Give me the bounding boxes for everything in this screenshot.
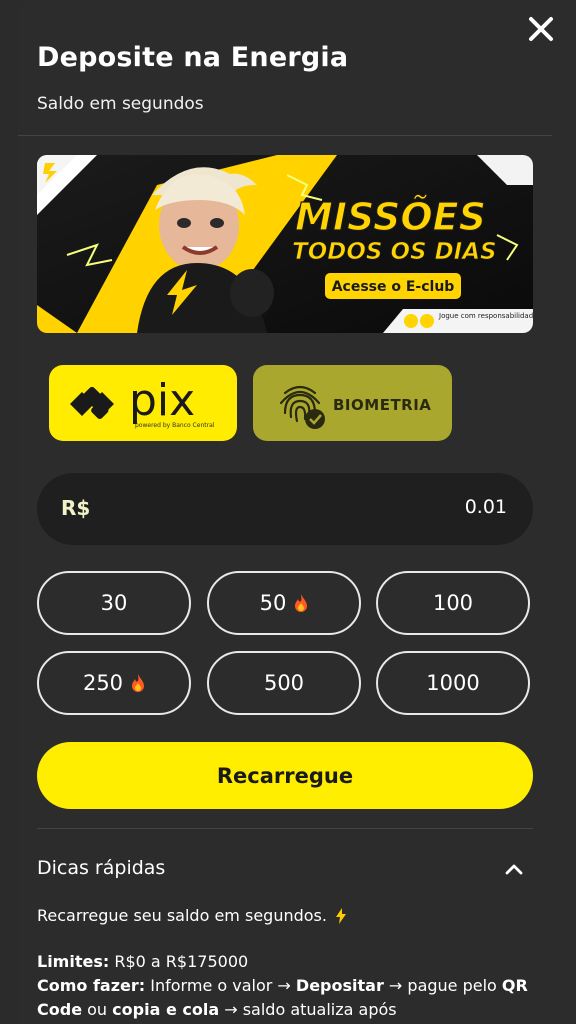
banner-cta: Acesse o E-club (332, 279, 455, 295)
pix-sub: powered by Banco Central (135, 422, 215, 429)
promo-banner[interactable]: MISSÕES TODOS OS DIAS Acesse o E-club Jo… (37, 155, 533, 333)
preset-label: 1000 (426, 671, 480, 695)
preset-label: 50 (259, 591, 287, 615)
preset-button[interactable]: 100 (376, 571, 530, 635)
preset-label: 100 (432, 591, 474, 615)
page-subtitle: Saldo em segundos (37, 94, 204, 114)
tips-limits: Limites: R$0 a R$175000 (37, 950, 547, 974)
recharge-button[interactable]: Recarregue (37, 742, 533, 809)
fire-icon (132, 674, 145, 692)
how-deposit: Depositar (295, 976, 384, 995)
tips-title: Dicas rápidas (37, 857, 166, 879)
amount-input[interactable] (305, 495, 509, 519)
how-copy: copia e cola (112, 1000, 220, 1019)
banner-headline-1: MISSÕES (295, 195, 486, 239)
preset-button[interactable]: 30 (37, 571, 191, 635)
tips-intro-text: Recarregue seu saldo em segundos. (37, 906, 327, 925)
preset-label: 250 (82, 671, 124, 695)
preset-label: 30 (100, 591, 128, 615)
tips-how: Como fazer: Informe o valor → Depositar … (37, 974, 547, 1022)
how-text: → pague pelo (383, 976, 502, 995)
close-icon[interactable] (524, 12, 558, 46)
tips-body: Limites: R$0 a R$175000 Como fazer: Info… (37, 950, 547, 1022)
fire-icon (295, 594, 308, 612)
pix-icon: pix powered by Banco Central (70, 375, 215, 429)
tips-intro: Recarregue seu saldo em segundos. (37, 906, 347, 925)
preset-label: 500 (263, 671, 305, 695)
page-title: Deposite na Energia (37, 42, 349, 73)
banner-art: MISSÕES TODOS OS DIAS Acesse o E-club Jo… (37, 155, 533, 333)
tips-divider (37, 828, 533, 829)
chevron-up-icon[interactable] (503, 858, 525, 880)
biometria-label: BIOMETRIA (333, 396, 432, 414)
limits-label: Limites: (37, 952, 110, 971)
preset-button[interactable]: 1000 (376, 651, 530, 715)
preset-button[interactable]: 250 (37, 651, 191, 715)
amount-field[interactable]: R$ (37, 473, 533, 545)
fingerprint-icon (279, 385, 325, 429)
lightning-icon (335, 907, 346, 924)
preset-button[interactable]: 50 (207, 571, 361, 635)
banner-footer: Jogue com responsabilidade (438, 312, 533, 320)
pix-method-button[interactable]: pix powered by Banco Central (49, 365, 237, 441)
how-label: Como fazer: (37, 976, 146, 995)
limits-value: R$0 a R$175000 (109, 952, 249, 971)
header-divider (18, 135, 552, 136)
how-text: Informe o valor → (145, 976, 296, 995)
how-text: ou (82, 1000, 113, 1019)
banner-headline-2: TODOS OS DIAS (292, 239, 497, 265)
how-text: → saldo atualiza após (219, 1000, 397, 1019)
biometria-method-button[interactable]: BIOMETRIA (253, 365, 452, 441)
pix-label: pix (129, 375, 195, 426)
currency-label: R$ (61, 496, 91, 520)
preset-button[interactable]: 500 (207, 651, 361, 715)
